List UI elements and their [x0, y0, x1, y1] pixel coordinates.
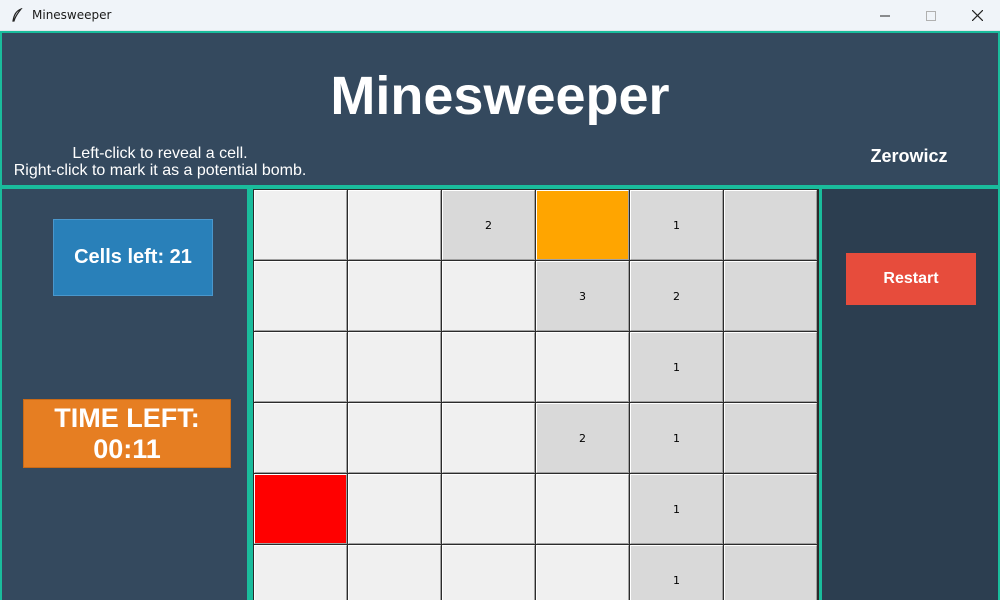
- status-panel: Cells left: 21 TIME LEFT: 00:11: [0, 187, 250, 600]
- board-cell[interactable]: [348, 545, 441, 600]
- board-cell[interactable]: [442, 545, 535, 600]
- board-cell[interactable]: 1: [630, 332, 723, 402]
- maximize-icon: [926, 10, 936, 21]
- board-cell[interactable]: [442, 332, 535, 402]
- board-cell[interactable]: [348, 474, 441, 544]
- board-cell[interactable]: [724, 190, 817, 260]
- board-cell[interactable]: [442, 474, 535, 544]
- board-cell[interactable]: [442, 403, 535, 473]
- board-cell[interactable]: [536, 332, 629, 402]
- close-button[interactable]: [954, 0, 1000, 31]
- feather-icon: [10, 8, 24, 22]
- board-cell[interactable]: 2: [536, 403, 629, 473]
- board-grid: 213212111: [254, 190, 817, 600]
- window-titlebar: Minesweeper: [0, 0, 1000, 31]
- board-cell[interactable]: [254, 545, 347, 600]
- timer-value: 00:11: [93, 433, 161, 464]
- board-cell[interactable]: [348, 332, 441, 402]
- board-cell[interactable]: 1: [630, 545, 723, 600]
- instruction-line-2: Right-click to mark it as a potential bo…: [13, 162, 307, 179]
- minimize-icon: [880, 15, 890, 16]
- board-cell[interactable]: [348, 403, 441, 473]
- board-cell[interactable]: 2: [630, 261, 723, 331]
- board-cell[interactable]: [254, 332, 347, 402]
- board-cell[interactable]: [254, 261, 347, 331]
- board-cell[interactable]: 2: [442, 190, 535, 260]
- controls-panel: Restart: [822, 187, 1000, 600]
- instructions: Left-click to reveal a cell. Right-click…: [12, 145, 308, 179]
- player-name: Zerowicz: [870, 146, 948, 166]
- time-left-display: TIME LEFT: 00:11: [23, 399, 231, 468]
- board-cell[interactable]: 1: [630, 403, 723, 473]
- board-cell[interactable]: [442, 261, 535, 331]
- board-cell[interactable]: [724, 474, 817, 544]
- board-cell[interactable]: [254, 474, 347, 544]
- board-cell[interactable]: [536, 190, 629, 260]
- window-title: Minesweeper: [32, 8, 112, 22]
- board-cell[interactable]: [724, 261, 817, 331]
- board-cell[interactable]: [254, 403, 347, 473]
- window-controls: [862, 0, 1000, 31]
- board-cell[interactable]: 1: [630, 474, 723, 544]
- maximize-button[interactable]: [908, 0, 954, 31]
- board-cell[interactable]: [724, 403, 817, 473]
- page-title: Minesweeper: [330, 66, 670, 126]
- cells-left-counter: Cells left: 21: [53, 219, 213, 296]
- header-panel: Minesweeper Left-click to reveal a cell.…: [0, 31, 1000, 187]
- restart-button[interactable]: Restart: [846, 253, 976, 305]
- board-cell[interactable]: 3: [536, 261, 629, 331]
- timer-label: TIME LEFT:: [54, 402, 200, 433]
- minimize-button[interactable]: [862, 0, 908, 31]
- board-cell[interactable]: [348, 261, 441, 331]
- board-cell[interactable]: [536, 474, 629, 544]
- board-cell[interactable]: [254, 190, 347, 260]
- game-board: 213212111: [250, 187, 822, 600]
- board-cell[interactable]: 1: [630, 190, 723, 260]
- instruction-line-1: Left-click to reveal a cell.: [72, 145, 248, 162]
- close-icon: [971, 10, 983, 21]
- board-cell[interactable]: [724, 332, 817, 402]
- board-cell[interactable]: [724, 545, 817, 600]
- board-cell[interactable]: [348, 190, 441, 260]
- board-cell[interactable]: [536, 545, 629, 600]
